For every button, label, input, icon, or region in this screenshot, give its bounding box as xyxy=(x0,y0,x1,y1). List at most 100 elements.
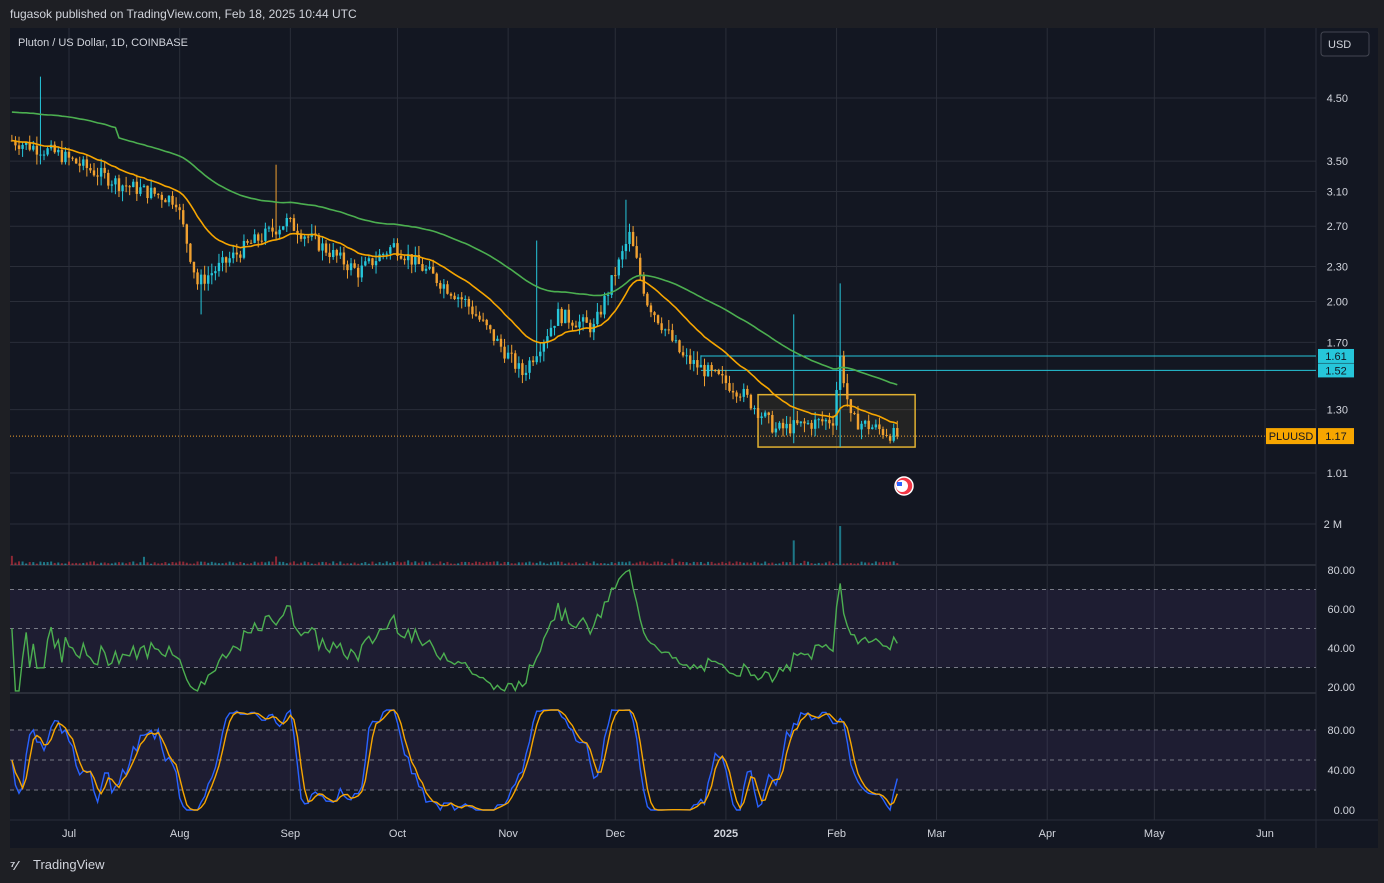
candle-body[interactable] xyxy=(535,356,538,363)
candle-body[interactable] xyxy=(78,163,81,166)
candle-body[interactable] xyxy=(567,309,571,323)
candle-body[interactable] xyxy=(157,193,160,195)
candle-body[interactable] xyxy=(731,390,735,393)
candle-body[interactable] xyxy=(139,187,142,194)
candle-body[interactable] xyxy=(74,158,78,164)
candle-body[interactable] xyxy=(182,210,185,225)
candle-body[interactable] xyxy=(328,252,331,258)
candle-body[interactable] xyxy=(792,420,795,434)
candle-body[interactable] xyxy=(107,172,110,186)
candle-body[interactable] xyxy=(228,258,231,263)
candle-body[interactable] xyxy=(42,154,46,156)
candle-body[interactable] xyxy=(874,424,878,428)
candle-body[interactable] xyxy=(721,374,724,376)
candle-body[interactable] xyxy=(685,355,688,357)
candle-body[interactable] xyxy=(428,266,431,269)
candle-body[interactable] xyxy=(196,272,199,285)
candle-body[interactable] xyxy=(831,423,835,426)
candle-body[interactable] xyxy=(271,227,274,232)
candle-body[interactable] xyxy=(710,365,713,371)
candle-body[interactable] xyxy=(838,355,842,390)
candle-body[interactable] xyxy=(706,365,710,377)
candle-body[interactable] xyxy=(224,257,228,263)
candle-body[interactable] xyxy=(617,259,621,276)
candle-body[interactable] xyxy=(114,178,117,185)
candle-body[interactable] xyxy=(781,422,785,429)
candle-body[interactable] xyxy=(635,246,638,258)
candle-body[interactable] xyxy=(510,352,513,354)
candle-body[interactable] xyxy=(856,413,860,430)
candle-body[interactable] xyxy=(203,274,206,284)
candle-body[interactable] xyxy=(556,308,560,326)
candle-body[interactable] xyxy=(207,275,210,284)
candle-body[interactable] xyxy=(128,186,131,188)
candle-body[interactable] xyxy=(767,412,770,415)
candle-body[interactable] xyxy=(431,266,435,274)
candle-body[interactable] xyxy=(624,243,628,252)
candle-body[interactable] xyxy=(82,159,85,166)
candle-body[interactable] xyxy=(892,427,895,441)
candle-body[interactable] xyxy=(392,243,396,248)
candle-body[interactable] xyxy=(653,312,656,316)
candle-body[interactable] xyxy=(424,268,428,271)
candle-body[interactable] xyxy=(803,421,806,424)
candle-body[interactable] xyxy=(689,355,692,364)
candle-body[interactable] xyxy=(103,167,106,173)
candle-body[interactable] xyxy=(760,416,763,418)
candle-body[interactable] xyxy=(574,325,578,328)
candle-body[interactable] xyxy=(285,217,288,227)
candle-body[interactable] xyxy=(885,435,888,437)
us-flag-event-icon[interactable] xyxy=(894,476,914,496)
candle-body[interactable] xyxy=(596,311,599,325)
candle-body[interactable] xyxy=(506,352,510,359)
candle-body[interactable] xyxy=(153,187,156,194)
candle-body[interactable] xyxy=(678,340,681,353)
candle-body[interactable] xyxy=(692,360,695,364)
candle-body[interactable] xyxy=(71,157,74,159)
candle-body[interactable] xyxy=(681,352,685,356)
candle-body[interactable] xyxy=(738,396,742,398)
candle-body[interactable] xyxy=(474,314,478,316)
candle-body[interactable] xyxy=(421,264,424,271)
candle-body[interactable] xyxy=(89,167,92,171)
candle-body[interactable] xyxy=(85,159,89,168)
candle-body[interactable] xyxy=(735,392,738,397)
candle-body[interactable] xyxy=(149,187,153,199)
candle-body[interactable] xyxy=(403,258,406,261)
candle-body[interactable] xyxy=(549,327,553,337)
candle-body[interactable] xyxy=(671,330,674,341)
candle-body[interactable] xyxy=(210,273,214,276)
candle-body[interactable] xyxy=(763,412,767,417)
candle-body[interactable] xyxy=(806,422,810,424)
candle-body[interactable] xyxy=(242,240,246,258)
candle-body[interactable] xyxy=(828,419,831,424)
candle-body[interactable] xyxy=(249,242,253,244)
candle-body[interactable] xyxy=(356,267,360,278)
candle-body[interactable] xyxy=(713,370,717,372)
candle-body[interactable] xyxy=(253,234,256,243)
candle-body[interactable] xyxy=(867,420,870,430)
candle-body[interactable] xyxy=(456,297,460,300)
candle-body[interactable] xyxy=(753,408,756,410)
candle-body[interactable] xyxy=(492,329,496,341)
candle-body[interactable] xyxy=(614,275,617,277)
candle-body[interactable] xyxy=(385,253,388,255)
candle-body[interactable] xyxy=(749,394,753,409)
candle-body[interactable] xyxy=(381,254,385,256)
candle-body[interactable] xyxy=(449,293,453,296)
candle-body[interactable] xyxy=(599,311,603,315)
candle-body[interactable] xyxy=(667,329,670,331)
candle-body[interactable] xyxy=(621,251,624,260)
candle-body[interactable] xyxy=(521,363,524,376)
candle-body[interactable] xyxy=(774,428,778,433)
candle-body[interactable] xyxy=(399,255,403,259)
candle-body[interactable] xyxy=(564,309,567,324)
candle-body[interactable] xyxy=(96,175,99,177)
candle-body[interactable] xyxy=(342,252,346,265)
candle-body[interactable] xyxy=(339,252,342,256)
candle-body[interactable] xyxy=(167,195,171,203)
candle-body[interactable] xyxy=(467,298,471,307)
candle-body[interactable] xyxy=(881,429,885,436)
candle-body[interactable] xyxy=(289,217,292,219)
candle-body[interactable] xyxy=(442,284,446,289)
